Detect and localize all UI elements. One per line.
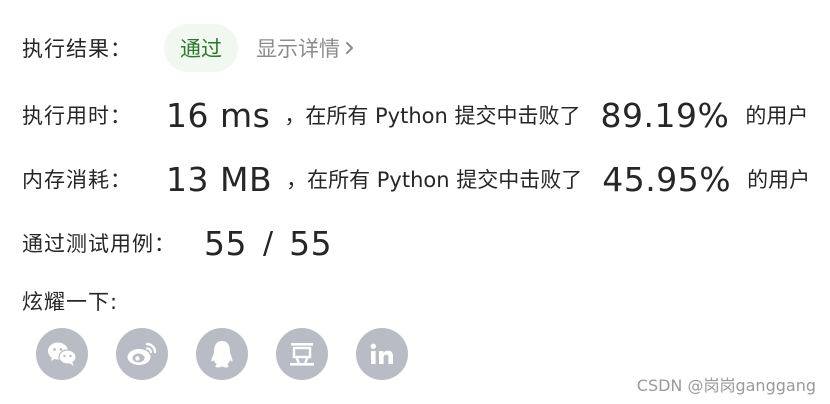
share-buttons bbox=[36, 328, 408, 380]
memory-suffix: 的用户 bbox=[747, 168, 811, 192]
runtime-suffix: 的用户 bbox=[745, 104, 809, 128]
runtime-row: 执行用时： 16 ms ，在所有 Python 提交中击败了 89.19% 的用… bbox=[22, 92, 808, 138]
result-row: 执行结果： 通过 显示详情 bbox=[22, 24, 356, 72]
share-label: 炫耀一下: bbox=[22, 290, 119, 314]
memory-comparison-text: ，在所有 Python 提交中击败了 bbox=[286, 168, 583, 192]
wechat-icon bbox=[48, 342, 77, 366]
test-cases-total: 55 bbox=[289, 223, 333, 263]
test-cases-passed: 55 bbox=[204, 223, 247, 263]
show-details-label: 显示详情 bbox=[256, 37, 340, 61]
runtime-value: 16 ms bbox=[166, 95, 271, 135]
share-weibo-button[interactable] bbox=[116, 328, 168, 380]
watermark: CSDN @岗岗ganggang bbox=[636, 376, 816, 395]
runtime-label: 执行用时： bbox=[22, 104, 132, 128]
share-row: 炫耀一下: bbox=[22, 286, 118, 316]
share-douban-button[interactable] bbox=[276, 328, 328, 380]
status-badge: 通过 bbox=[164, 24, 238, 72]
memory-value: 13 MB bbox=[166, 159, 273, 199]
test-cases-row: 通过测试用例： 55 / 55 bbox=[22, 220, 332, 266]
share-linkedin-button[interactable] bbox=[356, 328, 408, 380]
show-details-link[interactable]: 显示详情 bbox=[256, 33, 356, 63]
weibo-icon bbox=[127, 342, 157, 365]
share-qq-button[interactable] bbox=[196, 328, 248, 380]
chevron-right-icon bbox=[346, 42, 353, 54]
qq-icon bbox=[211, 341, 233, 368]
test-cases-slash: / bbox=[263, 225, 274, 261]
douban-icon bbox=[290, 343, 314, 366]
memory-row: 内存消耗： 13 MB ，在所有 Python 提交中击败了 45.95% 的用… bbox=[22, 156, 810, 202]
submission-result-panel: 执行结果： 通过 显示详情 执行用时： 16 ms ，在所有 Python 提交… bbox=[0, 0, 830, 404]
result-label: 执行结果： bbox=[22, 37, 132, 61]
linkedin-icon bbox=[370, 343, 393, 364]
test-cases-label: 通过测试用例： bbox=[22, 232, 176, 256]
memory-percent: 45.95% bbox=[602, 159, 732, 199]
memory-label: 内存消耗： bbox=[22, 168, 132, 192]
runtime-percent: 89.19% bbox=[600, 95, 730, 135]
runtime-comparison-text: ，在所有 Python 提交中击败了 bbox=[284, 104, 581, 128]
share-wechat-button[interactable] bbox=[36, 328, 88, 380]
